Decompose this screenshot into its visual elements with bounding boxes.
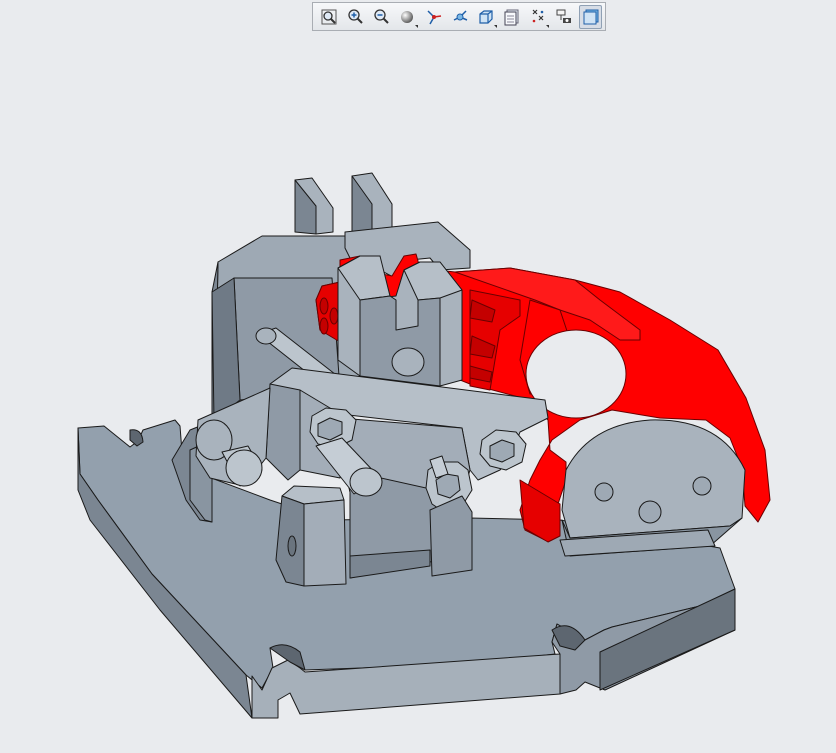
rear-support-block[interactable]	[429, 495, 473, 577]
refit-icon	[321, 9, 337, 24]
refit-button[interactable]	[317, 5, 341, 29]
spin-center-button[interactable]	[448, 5, 472, 29]
layers-button[interactable]	[500, 5, 524, 29]
datum-axes-icon	[426, 9, 441, 24]
model-viewport[interactable]	[0, 34, 836, 753]
saved-views-button[interactable]	[474, 5, 498, 29]
flyout-arrow-icon	[415, 24, 419, 28]
top-tabs[interactable]	[294, 172, 393, 235]
annotations-icon	[556, 9, 572, 23]
shading-button[interactable]	[396, 5, 420, 29]
zoom-in-button[interactable]	[343, 5, 367, 29]
zoom-in-icon	[348, 8, 363, 24]
zoom-out-icon	[374, 8, 389, 24]
zoom-out-button[interactable]	[369, 5, 393, 29]
datum-display-icon	[532, 9, 544, 22]
layers-icon	[504, 9, 519, 25]
spin-center-icon	[453, 9, 467, 21]
front-stop-block[interactable]	[275, 485, 347, 587]
annotations-button[interactable]	[553, 5, 577, 29]
datum-display-button[interactable]	[526, 5, 550, 29]
display-style-button[interactable]	[578, 4, 603, 29]
graphics-toolbar	[312, 2, 606, 31]
display-style-icon	[583, 9, 599, 24]
datum-axes-button[interactable]	[422, 5, 446, 29]
flyout-arrow-icon	[546, 24, 550, 28]
shading-icon	[401, 10, 414, 23]
round-disc-part[interactable]	[559, 419, 746, 557]
flyout-arrow-icon	[493, 24, 497, 28]
saved-views-icon	[479, 9, 493, 24]
